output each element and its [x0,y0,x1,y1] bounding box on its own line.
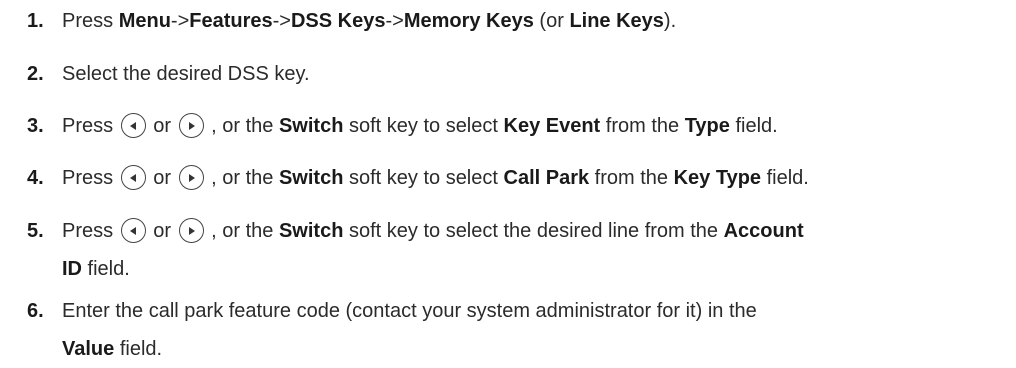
right-navigation-key-icon [178,218,204,243]
step-number: 1. [27,10,44,32]
step-text: Press Menu->Features->DSS Keys->Memory K… [62,10,677,32]
step-text: Enter the call park feature code (contac… [62,300,757,360]
instruction-steps: 1. Press Menu->Features->DSS Keys->Memor… [0,0,1016,368]
left-navigation-key-icon [120,113,146,138]
value-field-label: Value [62,338,115,360]
memory-keys-label: Memory Keys [403,10,534,32]
id-label: ID [62,258,82,280]
step-number: 2. [27,63,44,85]
step-number: 6. [27,300,44,322]
left-navigation-key-icon [120,165,146,190]
step-text: Press or , or the Switch soft key to sel… [62,165,809,190]
menu-label: Menu [118,10,171,32]
step-text: Select the desired DSS key. [62,63,310,85]
switch-softkey-label: Switch [278,220,344,242]
step-text: Press or , or the Switch soft key to sel… [62,113,778,138]
dss-keys-label: DSS Keys [290,10,386,32]
step-number: 3. [27,115,44,137]
call-park-label: Call Park [503,167,590,189]
step-number: 5. [27,220,44,242]
switch-softkey-label: Switch [278,167,344,189]
step-text-continuation: ID field. [62,258,130,280]
left-navigation-key-icon [120,218,146,243]
step-number: 4. [27,167,44,189]
step-text: Press or , or the Switch soft key to sel… [62,218,804,280]
step-text-continuation: Value field. [62,338,163,360]
line-keys-label: Line Keys [569,10,664,32]
type-field-label: Type [684,115,730,137]
account-label: Account [723,220,804,242]
right-navigation-key-icon [178,113,204,138]
key-event-label: Key Event [503,115,601,137]
key-type-field-label: Key Type [673,167,762,189]
switch-softkey-label: Switch [278,115,344,137]
right-navigation-key-icon [178,165,204,190]
features-label: Features [189,10,273,32]
